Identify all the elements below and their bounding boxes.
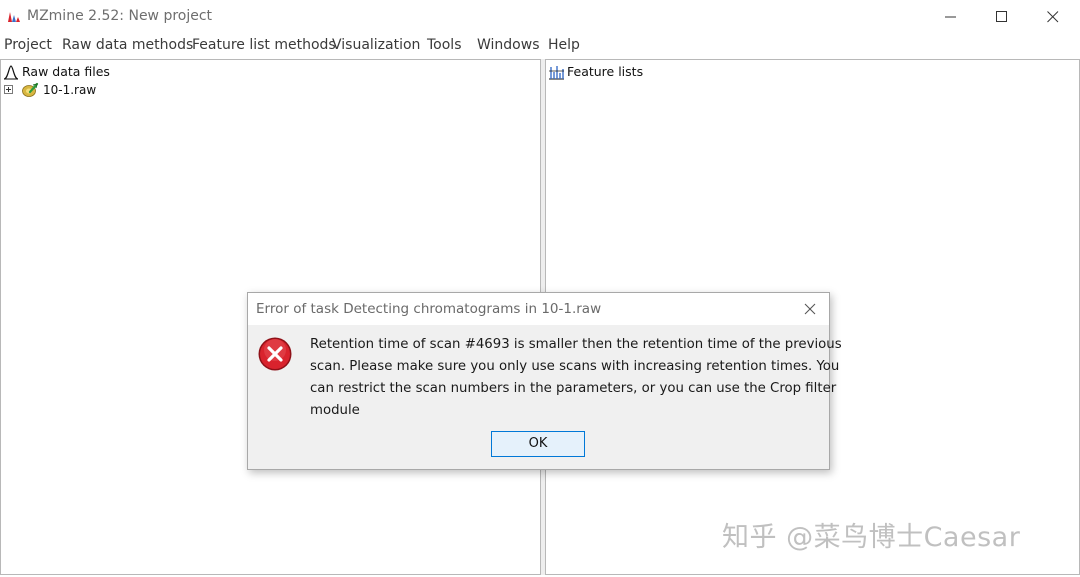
raw-file-label: 10-1.raw [43,83,97,97]
dialog-close-button[interactable] [800,299,820,319]
ok-button[interactable]: OK [491,431,585,457]
feature-list-icon [549,66,564,80]
error-icon [258,337,292,371]
error-message: Retention time of scan #4693 is smaller … [310,334,842,422]
menu-feature-list-methods[interactable]: Feature list methods [192,37,336,53]
maximize-button[interactable] [979,0,1025,33]
window-title: MZmine 2.52: New project [27,8,213,24]
menu-windows[interactable]: Windows [477,37,540,53]
error-dialog: Error of task Detecting chromatograms in… [247,292,842,470]
feature-lists-label: Feature lists [567,64,644,79]
menu-help[interactable]: Help [548,37,580,53]
menu-raw-data-methods[interactable]: Raw data methods [62,37,193,53]
dialog-title: Error of task Detecting chromatograms in… [256,301,602,317]
raw-file-icon [22,82,39,97]
error-message-line: scan. Please make sure you only use scan… [310,359,840,374]
error-message-line: Retention time of scan #4693 is smaller … [310,337,842,352]
watermark: 知乎 @菜鸟博士Caesar [722,522,1021,553]
raw-data-files-label: Raw data files [22,64,110,79]
expand-icon[interactable] [4,85,13,94]
menu-bar: Project Raw data methods Feature list me… [0,34,1080,58]
close-icon [804,303,816,315]
menu-visualization[interactable]: Visualization [332,37,420,53]
menu-tools[interactable]: Tools [427,37,462,53]
dialog-title-bar[interactable]: Error of task Detecting chromatograms in… [248,293,829,325]
maximize-icon [996,11,1007,22]
title-bar: MZmine 2.52: New project [0,0,1080,33]
main-window: MZmine 2.52: New project Project Raw dat… [0,0,1080,577]
peak-icon [3,65,19,80]
error-message-line: can restrict the scan numbers in the par… [310,381,837,396]
close-window-button[interactable] [1030,0,1076,33]
error-message-line: module [310,403,360,418]
minimize-button[interactable] [928,0,974,33]
mzmine-logo-icon [8,12,20,22]
menu-project[interactable]: Project [4,37,52,53]
minimize-icon [945,16,956,18]
close-icon [1047,11,1059,23]
